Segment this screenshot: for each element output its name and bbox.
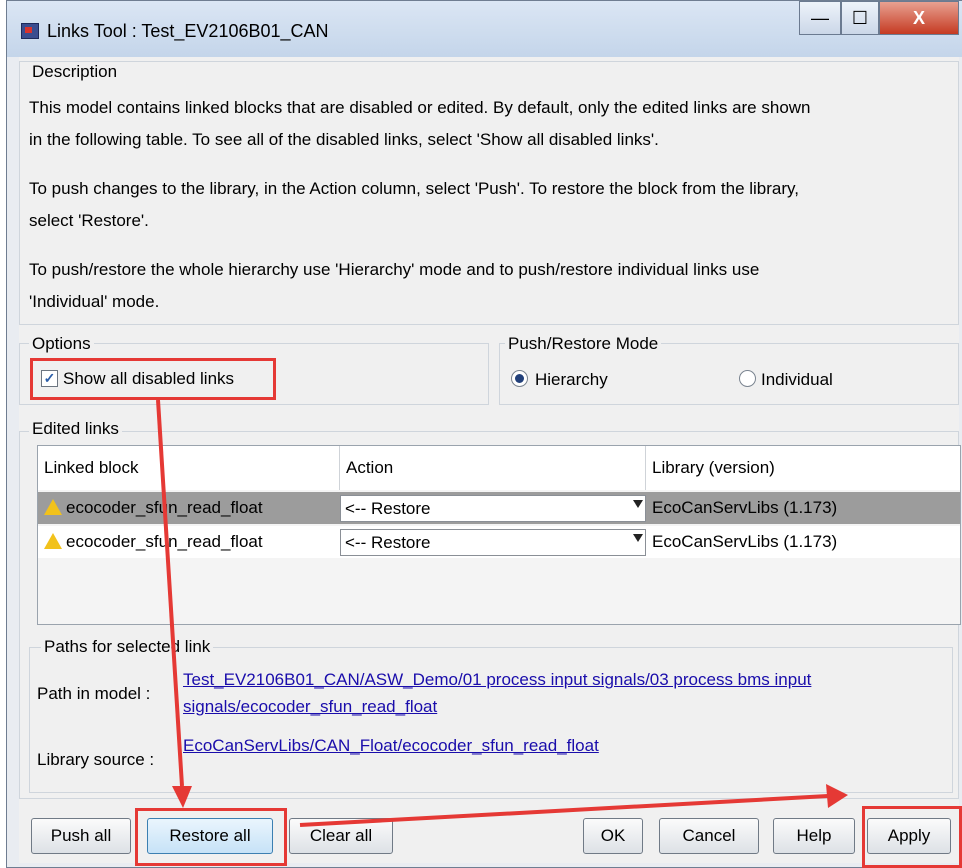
description-label: Description — [29, 62, 121, 82]
individual-radio-label[interactable]: Individual — [761, 370, 833, 390]
clear-all-button[interactable]: Clear all — [289, 818, 393, 854]
mode-label: Push/Restore Mode — [505, 334, 662, 354]
column-header-linked-block[interactable]: Linked block — [38, 446, 340, 490]
table-row[interactable]: ecocoder_sfun_read_float <-- Restore Eco… — [38, 492, 960, 524]
path-in-model-label: Path in model : — [37, 684, 151, 703]
path-in-model-link-line-1[interactable]: Test_EV2106B01_CAN/ASW_Demo/01 process i… — [183, 670, 811, 690]
paths-label: Paths for selected link — [41, 637, 214, 657]
description-line-3: To push changes to the library, in the A… — [29, 179, 799, 198]
push-all-button[interactable]: Push all — [31, 818, 131, 854]
description-line-2: in the following table. To see all of th… — [29, 130, 659, 149]
action-dropdown[interactable]: <-- Restore — [340, 529, 646, 556]
show-all-disabled-label[interactable]: Show all disabled links — [63, 369, 234, 389]
title-bar: Links Tool : Test_EV2106B01_CAN — ☐ X — [7, 1, 962, 57]
action-dropdown[interactable]: <-- Restore — [340, 495, 646, 522]
close-button[interactable]: X — [879, 1, 959, 35]
links-tool-window: Links Tool : Test_EV2106B01_CAN — ☐ X De… — [6, 0, 962, 868]
description-line-6: 'Individual' mode. — [29, 292, 160, 311]
cancel-button[interactable]: Cancel — [659, 818, 759, 854]
library-source-label: Library source : — [37, 750, 155, 769]
warning-icon — [44, 533, 62, 549]
library-cell: EcoCanServLibs (1.173) — [652, 498, 838, 517]
individual-radio[interactable] — [739, 370, 756, 387]
options-label: Options — [29, 334, 94, 354]
library-cell: EcoCanServLibs (1.173) — [652, 532, 838, 551]
show-all-disabled-checkbox[interactable]: ✓ — [41, 370, 58, 387]
column-header-action[interactable]: Action — [340, 446, 646, 490]
simulink-app-icon — [21, 23, 39, 39]
maximize-button[interactable]: ☐ — [841, 1, 879, 35]
description-line-5: To push/restore the whole hierarchy use … — [29, 260, 760, 279]
hierarchy-radio[interactable] — [511, 370, 528, 387]
apply-button[interactable]: Apply — [867, 818, 951, 854]
path-in-model-link-line-2[interactable]: signals/ecocoder_sfun_read_float — [183, 697, 437, 717]
paths-group — [29, 647, 953, 793]
help-button[interactable]: Help — [773, 818, 855, 854]
warning-icon — [44, 499, 62, 515]
description-line-4: select 'Restore'. — [29, 211, 149, 230]
description-line-1: This model contains linked blocks that a… — [29, 98, 811, 117]
edited-links-table: Linked block Action Library (version) ec… — [37, 445, 961, 625]
chevron-down-icon — [633, 534, 643, 542]
chevron-down-icon — [633, 500, 643, 508]
table-row[interactable]: ecocoder_sfun_read_float <-- Restore Eco… — [38, 526, 960, 558]
ok-button[interactable]: OK — [583, 818, 643, 854]
library-source-link[interactable]: EcoCanServLibs/CAN_Float/ecocoder_sfun_r… — [183, 736, 599, 756]
column-header-library[interactable]: Library (version) — [646, 446, 960, 490]
hierarchy-radio-label[interactable]: Hierarchy — [535, 370, 608, 390]
window-title: Links Tool : Test_EV2106B01_CAN — [47, 21, 329, 41]
restore-all-button[interactable]: Restore all — [147, 818, 273, 854]
linked-block-cell: ecocoder_sfun_read_float — [38, 492, 340, 524]
edited-links-label: Edited links — [29, 419, 122, 439]
linked-block-cell: ecocoder_sfun_read_float — [38, 526, 340, 558]
minimize-button[interactable]: — — [799, 1, 841, 35]
